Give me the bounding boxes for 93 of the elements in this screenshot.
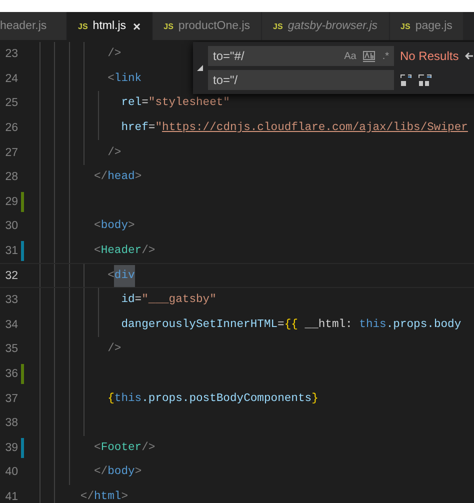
search-result-text: No Results	[400, 49, 459, 63]
editor-tab[interactable]: header.js	[0, 12, 67, 40]
change-marker	[21, 438, 24, 458]
line-number: 32	[4, 270, 18, 282]
code-punctuation: />	[108, 146, 122, 159]
editor-tab[interactable]: JS html.js ×	[67, 12, 153, 40]
code-punctuation: <	[94, 220, 101, 232]
change-marker	[21, 241, 24, 262]
selected-tag-name: div	[114, 264, 135, 287]
js-file-icon: JS	[78, 22, 88, 30]
replace-field[interactable]: to="/	[208, 70, 394, 90]
line-number: 30	[4, 220, 18, 232]
change-marker	[21, 364, 24, 384]
brace: {	[108, 392, 114, 405]
code-identifier: rel	[121, 97, 142, 110]
previous-match-arrow-icon[interactable]	[464, 51, 473, 61]
code-identifier: .props.postBodyComponents	[142, 392, 312, 405]
code-punctuation: />	[142, 442, 156, 454]
line-number: 38	[4, 417, 18, 430]
line-number: 24	[4, 72, 18, 85]
replace-all-icon[interactable]	[418, 74, 432, 86]
editor-tab[interactable]: JS gatsby-browser.js	[262, 12, 390, 40]
code-punctuation: <	[94, 442, 101, 454]
component-name: Footer	[100, 442, 142, 454]
line-number: 26	[4, 122, 18, 134]
line-number: 39	[4, 442, 18, 454]
tab-label: gatsby-browser.js	[288, 20, 378, 32]
line-number: 27	[4, 146, 18, 159]
component-name: Header	[100, 245, 142, 258]
code-punctuation: </	[94, 171, 108, 184]
string-literal: "	[155, 122, 162, 134]
find-option[interactable]: .*	[382, 50, 389, 62]
code-identifier: dangerouslySetInnerHTML	[121, 318, 278, 331]
code-text: =	[142, 97, 148, 110]
line-number: 35	[4, 343, 18, 356]
code-text: =	[134, 294, 142, 306]
tab-label: page.js	[415, 20, 452, 32]
js-file-icon: JS	[164, 22, 174, 30]
code-text: __html:	[304, 318, 354, 331]
find-option[interactable]: Aa	[344, 50, 356, 62]
code-punctuation: />	[142, 245, 156, 258]
brace: }	[312, 392, 318, 405]
js-file-icon: JS	[400, 22, 410, 30]
code-text: =	[148, 122, 156, 134]
find-field[interactable]: to="#/ Aa .*	[208, 46, 394, 66]
string-literal: "stylesheet"	[148, 97, 230, 110]
close-icon[interactable]: ×	[133, 18, 141, 34]
js-file-icon: JS	[273, 22, 283, 30]
line-number: 41	[4, 490, 18, 503]
code-identifier: .props.body	[386, 318, 462, 331]
brace: {{	[284, 318, 298, 331]
code-punctuation: </	[94, 466, 108, 478]
collapse-toggle-icon[interactable]	[197, 65, 203, 71]
line-number: 28	[4, 171, 18, 184]
line-number: 31	[4, 245, 18, 258]
line-number: 40	[4, 466, 18, 478]
tag-name: link	[114, 72, 142, 85]
change-marker	[21, 192, 24, 212]
tag-name: body	[100, 220, 128, 232]
code-punctuation: >	[128, 220, 135, 232]
line-number: 37	[4, 392, 18, 405]
code-punctuation: />	[108, 343, 122, 356]
line-number: 23	[4, 48, 18, 60]
whole-word-icon[interactable]	[363, 50, 376, 62]
keyword: this	[359, 318, 386, 331]
editor-tab[interactable]: JS productOne.js	[152, 12, 262, 40]
line-number: 36	[4, 368, 18, 380]
code-punctuation: <	[94, 245, 101, 258]
code-punctuation: <	[108, 270, 114, 282]
code-identifier: href	[121, 122, 148, 134]
tag-name: body	[108, 466, 135, 478]
line-number: 25	[4, 97, 18, 110]
tab-label: html.js	[92, 20, 126, 32]
keyword: this	[114, 392, 142, 405]
line-number: 34	[4, 318, 18, 331]
code-punctuation: >	[121, 490, 128, 503]
line-number: 29	[4, 196, 18, 208]
tag-name: html	[94, 490, 122, 503]
string-literal: "___gatsby"	[142, 294, 216, 306]
code-punctuation: >	[134, 466, 142, 478]
code-identifier: id	[121, 294, 135, 306]
code-punctuation: />	[108, 48, 122, 60]
editor-tab[interactable]: JS page.js	[390, 12, 464, 40]
tab-label: header.js	[0, 20, 47, 32]
url-link[interactable]: https://cdnjs.cloudflare.com/ajax/libs/Swiper	[162, 122, 468, 134]
replace-icon[interactable]	[400, 74, 412, 86]
code-text: =	[278, 318, 284, 331]
line-number: 33	[4, 294, 18, 306]
code-punctuation: <	[108, 72, 114, 85]
code-punctuation: >	[134, 171, 142, 184]
code-punctuation: </	[80, 490, 94, 503]
tag-name: head	[108, 171, 135, 184]
tab-label: productOne.js	[178, 20, 250, 32]
